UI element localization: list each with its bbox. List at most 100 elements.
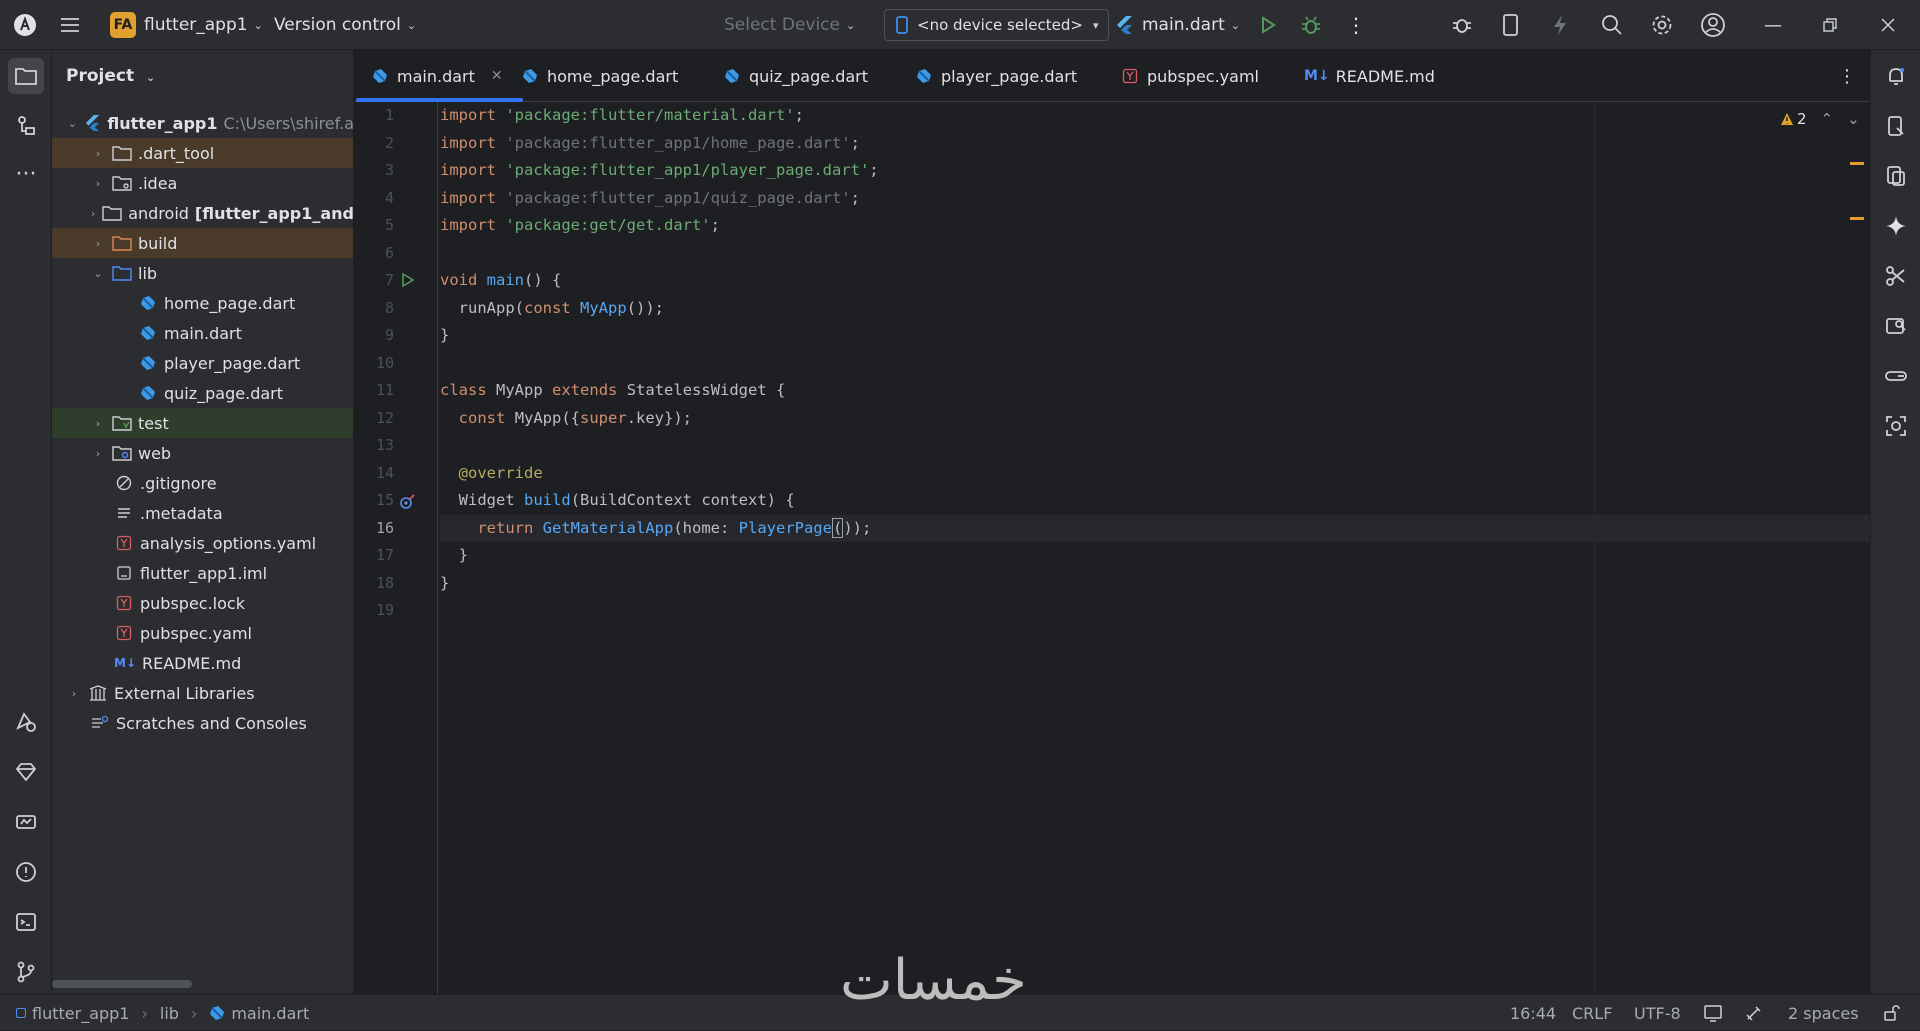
tree-item-label: home_page.dart xyxy=(164,293,296,313)
breadcrumb-file[interactable]: main.dart xyxy=(231,1004,309,1023)
layout-inspector-icon[interactable] xyxy=(1878,308,1914,344)
main-menu-icon[interactable] xyxy=(58,0,82,50)
tree-item-test[interactable]: › test xyxy=(52,408,353,438)
library-icon xyxy=(88,683,108,703)
tree-item-pubspec-lock[interactable]: pubspec.lock xyxy=(52,588,353,618)
dart-file-icon xyxy=(210,1006,225,1020)
run-button[interactable] xyxy=(1258,0,1278,50)
tree-item-web[interactable]: › web xyxy=(52,438,353,468)
tree-item-main[interactable]: main.dart xyxy=(52,318,353,348)
notifications-bell-icon[interactable] xyxy=(1878,58,1914,94)
tree-item-analysis-options[interactable]: analysis_options.yaml xyxy=(52,528,353,558)
project-badge: FA xyxy=(110,12,136,38)
tree-item-gitignore[interactable]: .gitignore xyxy=(52,468,353,498)
indent-setting[interactable]: 2 spaces xyxy=(1788,995,1859,1031)
git-branch-icon[interactable] xyxy=(8,954,44,990)
tree-item-idea[interactable]: › .idea xyxy=(52,168,353,198)
running-devices-icon[interactable] xyxy=(1878,158,1914,194)
flutter-performance-icon[interactable] xyxy=(8,804,44,840)
tree-root[interactable]: ⌄ flutter_app1 C:\Users\shiref.a xyxy=(52,108,353,138)
tree-item-pubspec-yaml[interactable]: pubspec.yaml xyxy=(52,618,353,648)
breadcrumb-dir[interactable]: lib xyxy=(160,1004,179,1023)
project-panel-header[interactable]: Project ⌄ xyxy=(66,66,155,86)
screen-capture-icon[interactable] xyxy=(1878,408,1914,444)
ignore-file-icon xyxy=(114,473,134,493)
file-encoding[interactable]: UTF-8 xyxy=(1634,995,1681,1031)
tree-item-scratches[interactable]: Scratches and Consoles xyxy=(52,708,353,738)
close-tab-icon[interactable]: ✕ xyxy=(491,68,503,84)
debug-button[interactable] xyxy=(1300,0,1322,50)
flutter-outline-icon[interactable] xyxy=(1878,258,1914,294)
device-file-explorer-icon[interactable] xyxy=(1878,108,1914,144)
code-token: .key}); xyxy=(626,408,693,427)
horizontal-scrollbar[interactable] xyxy=(52,980,192,988)
minimize-window-icon[interactable]: — xyxy=(1764,0,1782,50)
line-number: 10 xyxy=(375,353,394,372)
link-icon[interactable] xyxy=(1878,358,1914,394)
tab-readme-md[interactable]: M↓ README.md xyxy=(1304,50,1435,102)
tree-item-player-page[interactable]: player_page.dart xyxy=(52,348,353,378)
tree-item-iml[interactable]: flutter_app1.iml xyxy=(52,558,353,588)
select-device-dropdown[interactable]: Select Device ⌄ xyxy=(724,0,855,50)
gem-icon[interactable] xyxy=(8,754,44,790)
tab-label: pubspec.yaml xyxy=(1147,66,1259,86)
tab-player-page-dart[interactable]: player_page.dart xyxy=(916,50,1077,102)
more-tools-icon[interactable]: ··· xyxy=(8,156,44,192)
terminal-icon[interactable] xyxy=(8,904,44,940)
line-number: 4 xyxy=(384,188,394,207)
ai-assistant-sparkle-icon[interactable] xyxy=(1878,208,1914,244)
run-config-selector[interactable]: main.dart ⌄ xyxy=(1116,0,1240,50)
tree-item-android[interactable]: › android [flutter_app1_and xyxy=(52,198,353,228)
tree-item-quiz-page[interactable]: quiz_page.dart xyxy=(52,378,353,408)
read-only-lock-icon[interactable] xyxy=(1882,995,1900,1031)
tab-main-dart[interactable]: main.dart ✕ xyxy=(356,50,523,102)
tree-item-dart-tool[interactable]: › .dart_tool xyxy=(52,138,353,168)
reader-mode-icon[interactable] xyxy=(1703,995,1723,1031)
tree-item-home-page[interactable]: home_page.dart xyxy=(52,288,353,318)
attach-debugger-icon[interactable] xyxy=(1450,0,1474,50)
code-token: PlayerPage xyxy=(738,518,832,537)
device-selector[interactable]: <no device selected> ▾ xyxy=(884,0,1110,50)
tree-item-readme[interactable]: M↓ README.md xyxy=(52,648,353,678)
app-logo-icon[interactable] xyxy=(12,0,38,50)
tree-item-metadata[interactable]: .metadata xyxy=(52,498,353,528)
close-window-icon[interactable] xyxy=(1880,0,1896,50)
problems-icon[interactable] xyxy=(8,854,44,890)
code-token: } xyxy=(458,546,469,564)
more-actions-icon[interactable]: ⋮ xyxy=(1346,0,1366,50)
search-icon[interactable] xyxy=(1600,0,1624,50)
project-tool-icon[interactable] xyxy=(8,58,44,94)
tab-quiz-page-dart[interactable]: quiz_page.dart xyxy=(724,50,868,102)
code-editor[interactable]: 2 ⌃ ⌄ 1 2 3 4 5 6 7 8 9 10 11 12 13 14 1… xyxy=(354,102,1870,994)
tree-item-build[interactable]: › build xyxy=(52,228,353,258)
code-line: @override xyxy=(440,460,1870,487)
watermark-logo: خمسات xyxy=(840,948,1027,1013)
flutter-inspector-icon[interactable] xyxy=(8,704,44,740)
device-manager-icon[interactable] xyxy=(1500,0,1522,50)
line-number: 5 xyxy=(384,216,394,234)
tab-pubspec-yaml[interactable]: pubspec.yaml xyxy=(1122,50,1259,102)
account-icon[interactable] xyxy=(1700,0,1726,50)
yaml-file-icon xyxy=(114,593,134,613)
caret-position[interactable]: 16:44 xyxy=(1510,995,1556,1031)
override-gutter-icon[interactable] xyxy=(398,494,416,510)
restore-window-icon[interactable] xyxy=(1822,0,1838,50)
markdown-file-icon: M↓ xyxy=(1304,68,1330,84)
project-name: flutter_app1 xyxy=(144,15,248,35)
code-style-icon[interactable] xyxy=(1744,995,1764,1031)
expand-arrow-icon: ⌄ xyxy=(67,116,78,130)
chevron-down-icon: ⌄ xyxy=(253,18,263,32)
line-separator[interactable]: CRLF xyxy=(1572,995,1612,1031)
structure-tool-icon[interactable] xyxy=(8,108,44,144)
folder-icon xyxy=(112,143,132,163)
settings-gear-icon[interactable] xyxy=(1650,0,1674,50)
vcs-menu[interactable]: Version control ⌄ xyxy=(274,0,416,50)
tree-item-external-libraries[interactable]: › External Libraries xyxy=(52,678,353,708)
run-gutter-icon[interactable] xyxy=(400,272,416,288)
tab-options-icon[interactable]: ⋮ xyxy=(1838,50,1856,102)
tree-item-lib[interactable]: ⌄ lib xyxy=(52,258,353,288)
tab-home-page-dart[interactable]: home_page.dart xyxy=(522,50,678,102)
hot-reload-icon[interactable] xyxy=(1550,0,1570,50)
project-switcher[interactable]: FA flutter_app1 ⌄ xyxy=(110,0,263,50)
breadcrumb-project[interactable]: flutter_app1 xyxy=(32,1004,129,1023)
